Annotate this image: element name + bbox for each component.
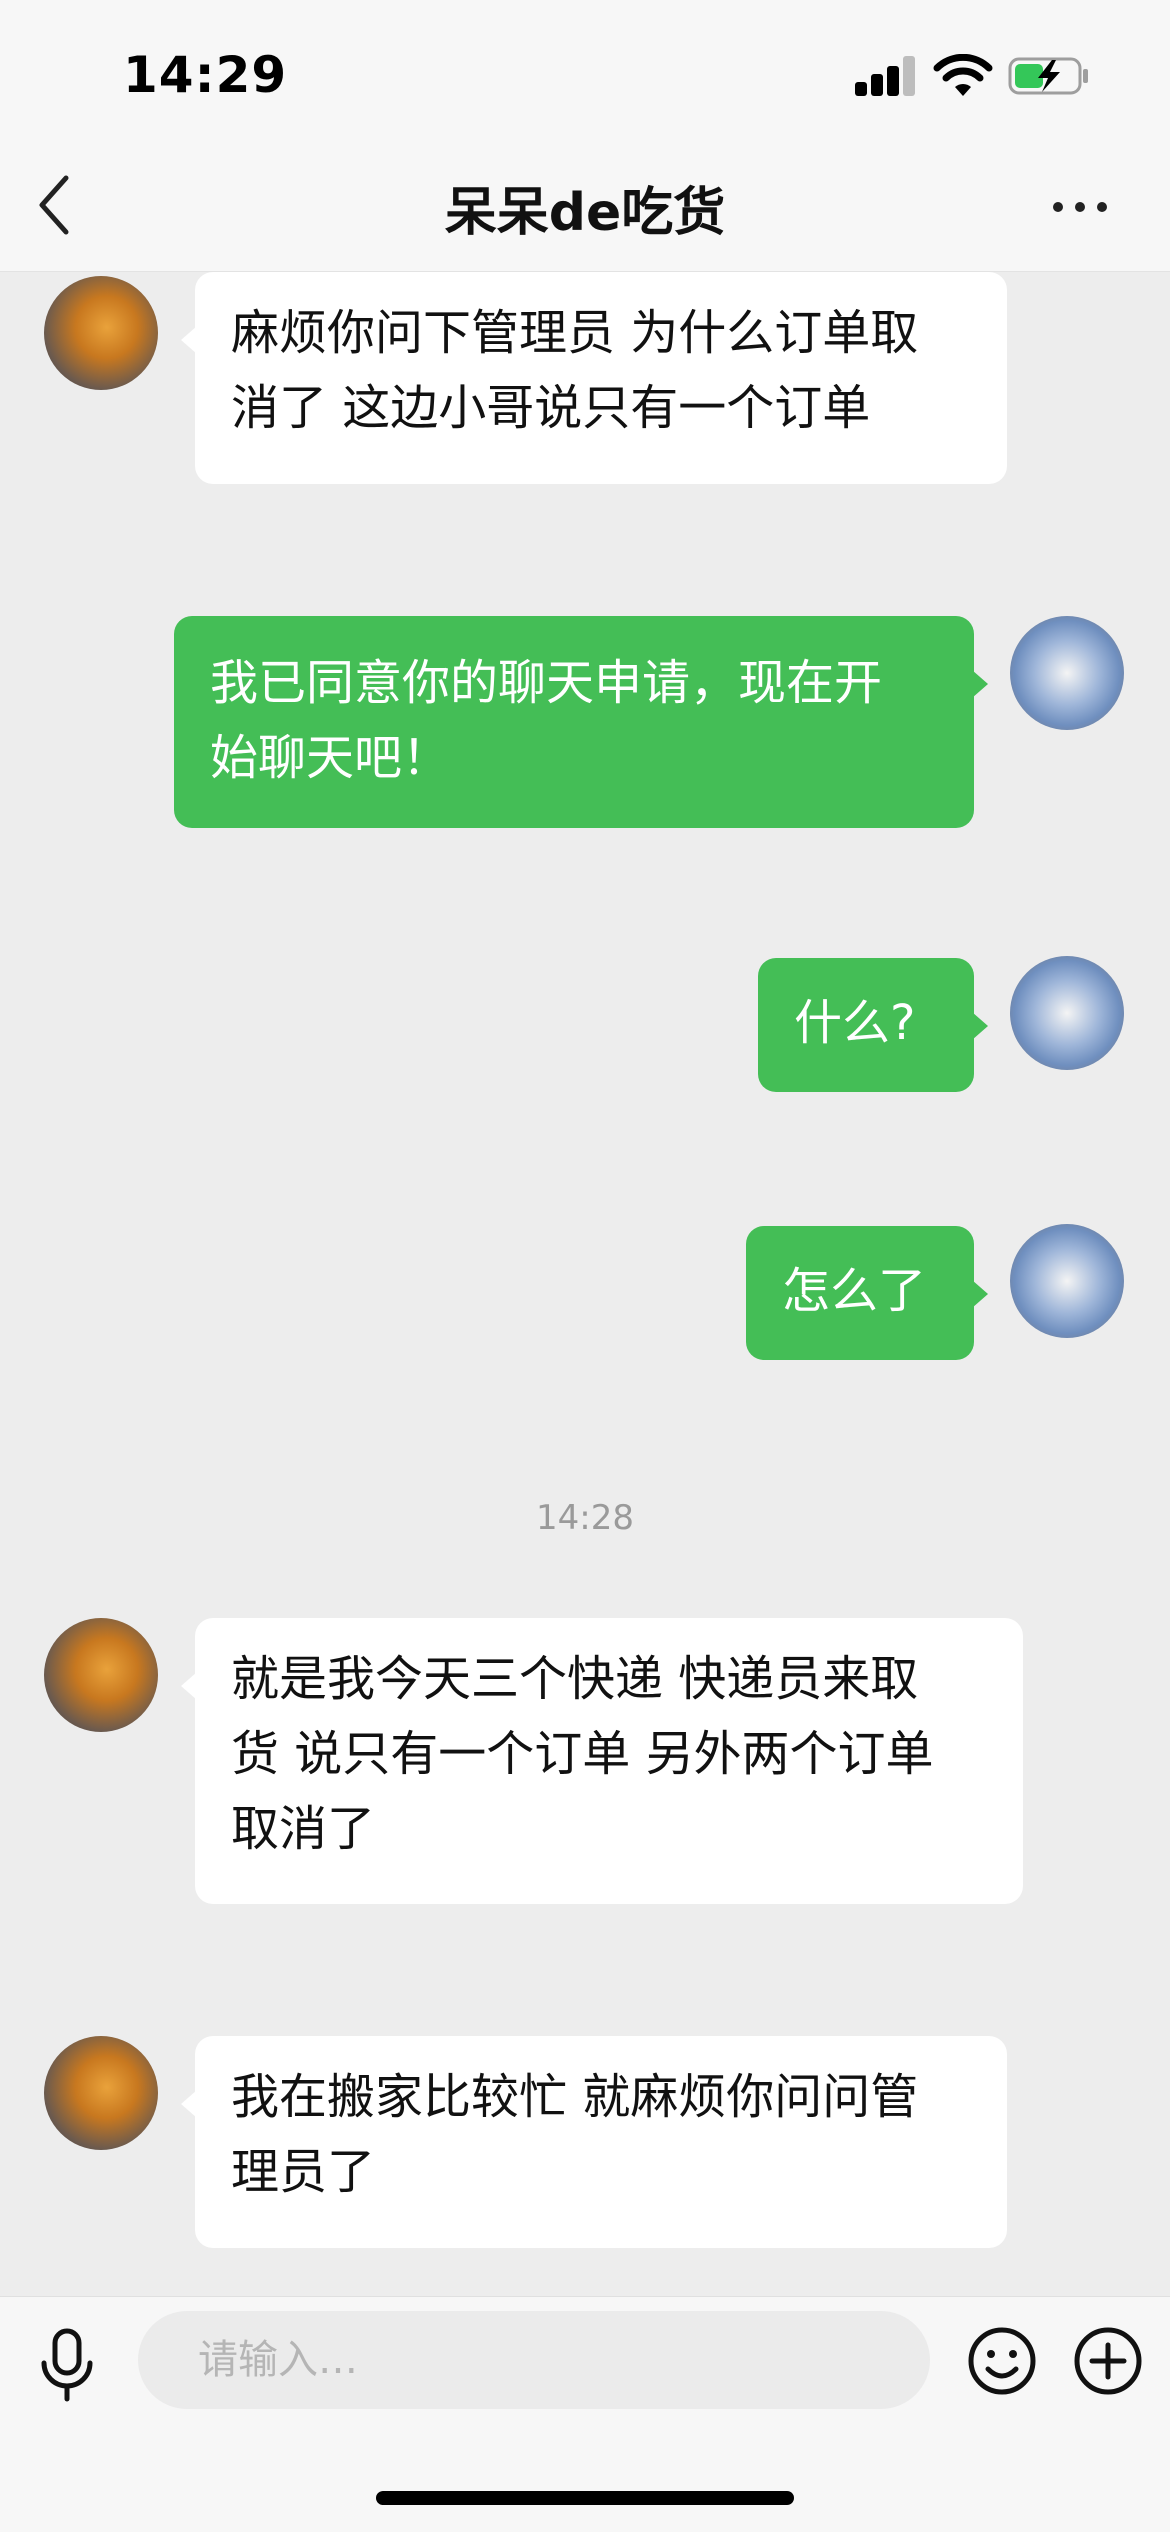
cellular-signal-icon [855, 56, 915, 96]
microphone-icon[interactable] [36, 2327, 98, 2407]
wifi-icon [933, 54, 993, 96]
message-line: 取消了 [231, 1801, 376, 1857]
message-line: 什么? [794, 995, 916, 1051]
chat-title: 呆呆de吃货 [444, 183, 726, 243]
incoming-message[interactable]: 就是我今天三个快递 快递员来取 货 说只有一个订单 另外两个订单 取消了 [181, 1618, 1023, 1904]
plus-circle-icon[interactable] [1072, 2325, 1144, 2397]
outgoing-message[interactable]: 我已同意你的聊天申请，现在开 始聊天吧！ [174, 616, 988, 828]
outgoing-message[interactable]: 什么? [758, 958, 988, 1092]
contact-avatar[interactable] [44, 2036, 158, 2150]
message-line: 麻烦你问下管理员 为什么订单取 [231, 305, 919, 361]
incoming-message[interactable]: 我在搬家比较忙 就麻烦你问问管 理员了 [181, 2036, 1007, 2248]
chat-messages[interactable]: 麻烦你问下管理员 为什么订单取 消了 这边小哥说只有一个订单 我已同意你的聊天申… [0, 272, 1170, 2296]
message-line: 我在搬家比较忙 就麻烦你问问管 [231, 2069, 919, 2125]
message-line: 就是我今天三个快递 快递员来取 [231, 1651, 919, 1707]
message-line: 理员了 [231, 2144, 376, 2200]
message-input-bar [0, 2296, 1170, 2532]
message-input[interactable] [138, 2311, 930, 2409]
my-avatar[interactable] [1010, 616, 1124, 730]
my-avatar[interactable] [1010, 956, 1124, 1070]
top-bar: 14:29 呆呆de吃货 [0, 0, 1170, 272]
my-avatar[interactable] [1010, 1224, 1124, 1338]
home-indicator [376, 2491, 794, 2505]
message-line: 怎么了 [782, 1263, 927, 1319]
incoming-message[interactable]: 麻烦你问下管理员 为什么订单取 消了 这边小哥说只有一个订单 [181, 272, 1007, 484]
more-dots-icon[interactable] [1050, 192, 1110, 222]
status-time: 14:29 [123, 46, 288, 104]
outgoing-message[interactable]: 怎么了 [746, 1226, 988, 1360]
message-line: 货 说只有一个订单 另外两个订单 [231, 1726, 934, 1782]
battery-charging-icon [1008, 57, 1088, 95]
emoji-icon[interactable] [966, 2325, 1038, 2397]
message-timestamp: 14:28 [536, 1498, 634, 1538]
message-line: 我已同意你的聊天申请，现在开 [210, 655, 883, 711]
message-line: 消了 这边小哥说只有一个订单 [231, 380, 871, 436]
contact-avatar[interactable] [44, 276, 158, 390]
contact-avatar[interactable] [44, 1618, 158, 1732]
message-line: 始聊天吧！ [210, 730, 451, 786]
